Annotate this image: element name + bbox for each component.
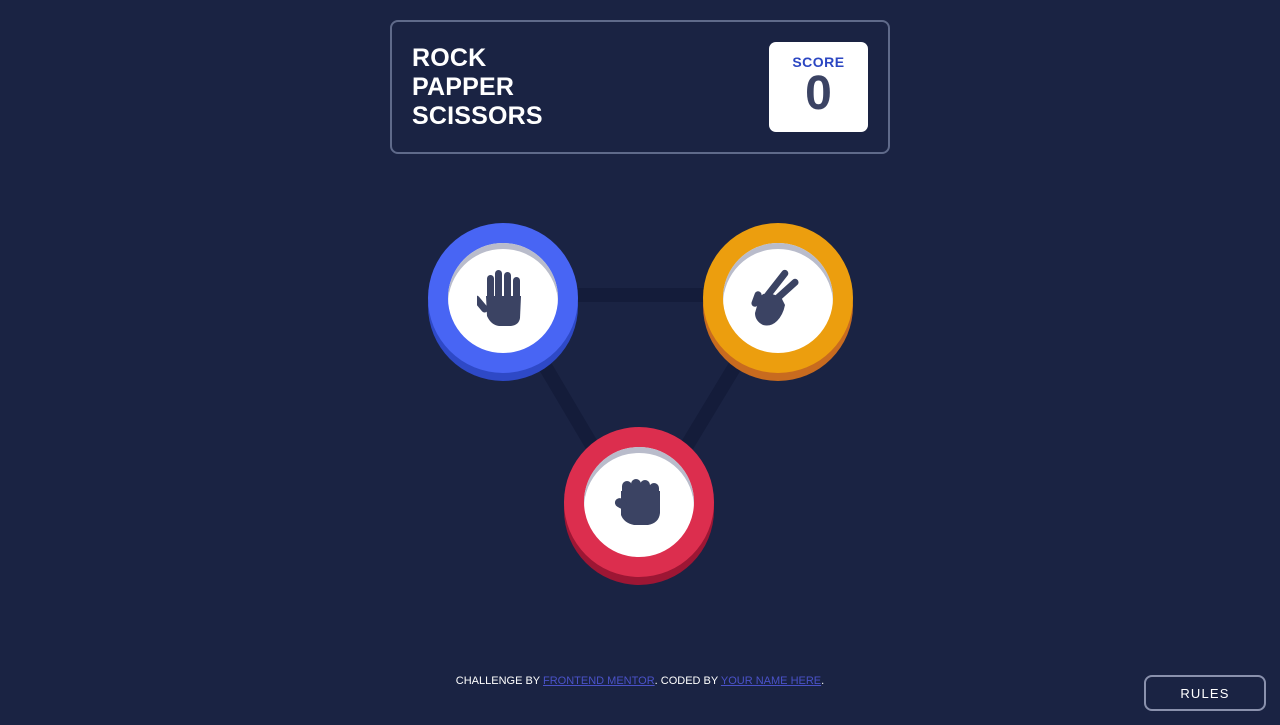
rules-button[interactable]: RULES bbox=[1144, 675, 1266, 711]
scissors-hand-icon bbox=[751, 269, 799, 326]
paper-hand-icon bbox=[477, 270, 521, 326]
attribution-footer: CHALLENGE BY FRONTEND MENTOR. CODED BY Y… bbox=[0, 675, 1280, 687]
game-board bbox=[0, 0, 1280, 725]
scissors-choice-button[interactable] bbox=[703, 223, 853, 381]
paper-choice-button[interactable] bbox=[428, 223, 578, 381]
rock-fist-icon bbox=[614, 479, 660, 525]
rock-choice-button[interactable] bbox=[564, 427, 714, 585]
attribution-prefix: CHALLENGE BY bbox=[455, 675, 544, 687]
author-link[interactable]: YOUR NAME HERE bbox=[721, 675, 821, 687]
attribution-middle: . CODED BY bbox=[654, 675, 721, 687]
attribution-suffix: . bbox=[821, 675, 825, 687]
frontend-mentor-link[interactable]: FRONTEND MENTOR bbox=[543, 675, 655, 687]
triangle-background bbox=[490, 288, 791, 539]
